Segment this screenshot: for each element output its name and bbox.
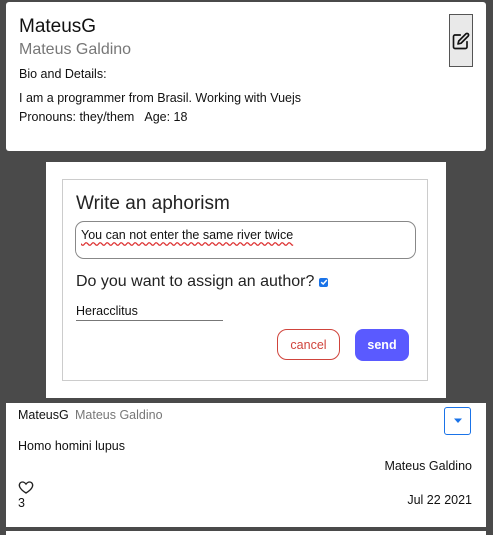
profile-username: MateusG (19, 16, 97, 37)
bio-label: Bio and Details: (19, 67, 107, 81)
likes-count: 3 (18, 496, 25, 510)
send-button[interactable]: send (355, 329, 409, 361)
aphorism-input[interactable]: You can not enter the same river twice (75, 221, 416, 259)
heart-icon (18, 481, 34, 494)
author-input[interactable]: Heracclitus (76, 303, 223, 321)
aphorism-date: Jul 22 2021 (407, 493, 472, 507)
like-button[interactable] (18, 479, 34, 495)
aphorism-author: Mateus Galdino (384, 459, 472, 473)
cancel-button[interactable]: cancel (277, 329, 340, 360)
edit-profile-button[interactable] (449, 14, 473, 67)
card-menu-button[interactable] (444, 407, 471, 435)
aphorism-text: Homo homini lupus (18, 439, 125, 453)
profile-full-name: Mateus Galdino (19, 41, 132, 58)
profile-card: MateusG Mateus Galdino Bio and Details: … (6, 2, 486, 151)
compose-panel: Write an aphorism You can not enter the … (46, 162, 446, 398)
card-username: MateusG (18, 408, 69, 422)
profile-meta: Pronouns: they/them Age: 18 (19, 110, 187, 124)
compose-title: Write an aphorism (76, 193, 230, 214)
compose-form: Write an aphorism You can not enter the … (62, 179, 428, 381)
assign-author-row: Do you want to assign an author? (76, 273, 329, 291)
card-full-name: Mateus Galdino (75, 408, 163, 422)
assign-author-label: Do you want to assign an author? (76, 273, 315, 290)
aphorism-input-value: You can not enter the same river twice (81, 228, 294, 242)
pronouns: Pronouns: they/them (19, 110, 135, 124)
author-input-value: Heracclitus (76, 304, 138, 318)
aphorism-card: MateusG Mateus Galdino Homo homini lupus… (6, 403, 486, 527)
assign-author-checkbox[interactable] (319, 277, 329, 287)
next-card-edge (6, 531, 486, 535)
caret-down-icon (453, 418, 462, 423)
checkmark-icon (320, 279, 328, 286)
edit-icon (452, 32, 470, 49)
bio-text: I am a programmer from Brasil. Working w… (19, 91, 302, 105)
age: Age: 18 (144, 110, 188, 124)
